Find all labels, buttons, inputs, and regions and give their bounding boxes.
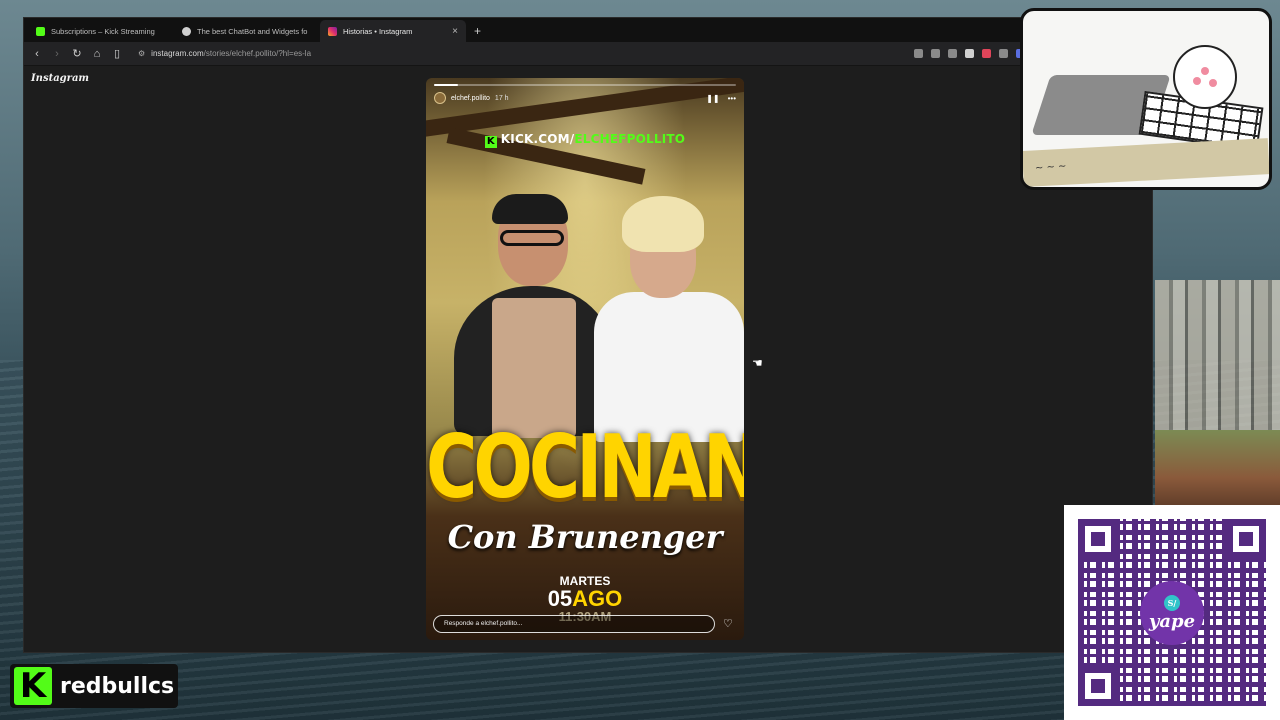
kick-favicon-icon: [36, 26, 45, 36]
story-time-ago: 17 h: [494, 94, 509, 102]
yape-symbol: S/: [1164, 594, 1180, 611]
story-card[interactable]: elchef.pollito 17 h ❚❚ ••• K KICK.COM/ELC…: [426, 78, 744, 640]
browser-window: Subscriptions – Kick Streaming The best …: [23, 17, 1153, 653]
brave-shield-icon[interactable]: [965, 49, 974, 58]
url-path: /stories/elchef.pollito/?hl=es-la: [203, 49, 312, 58]
paw-pad: [1209, 79, 1217, 87]
tab-instagram-stories[interactable]: Historias • Instagram ×: [320, 20, 466, 42]
person-right-hair: [622, 196, 704, 252]
qr-finder: [1078, 519, 1118, 559]
yape-logo-icon: S/ yape: [1140, 581, 1204, 645]
story-username[interactable]: elchef.pollito: [451, 95, 490, 102]
instagram-favicon-icon: [328, 26, 337, 36]
mouse-cursor-icon: ☚: [752, 356, 763, 370]
reload-icon[interactable]: ↻: [72, 47, 82, 60]
kick-logo-icon: K: [484, 136, 497, 148]
tab-title: The best ChatBot and Widgets fo: [197, 26, 308, 36]
story-date-month: AGO: [572, 586, 623, 611]
kick-channel-badge: K redbullcs: [10, 664, 178, 708]
paw-pad: [1201, 67, 1209, 75]
story-reply-input[interactable]: Responde a elchef.pollito...: [433, 615, 715, 633]
ceiling-beam: [426, 78, 744, 139]
story-progress-fill: [434, 84, 459, 86]
cast-icon[interactable]: [914, 49, 923, 58]
like-heart-icon[interactable]: ♡: [723, 617, 733, 630]
person-left-cap: [492, 194, 568, 224]
back-icon[interactable]: ‹: [32, 48, 42, 60]
instagram-logo[interactable]: Instagram: [31, 73, 89, 84]
new-tab-button[interactable]: +: [466, 24, 489, 42]
story-actions: ❚❚ •••: [706, 94, 736, 103]
pause-icon[interactable]: ❚❚: [706, 94, 719, 103]
browser-toolbar: ‹ › ↻ ⌂ ▯ ⚙ instagram.com/stories/elchef…: [24, 42, 1152, 66]
forward-icon[interactable]: ›: [52, 48, 62, 60]
webcam-overlay-cat-keyboard: ~ ~ ~: [1020, 8, 1272, 190]
story-progress-bar: [434, 84, 736, 86]
kick-url-prefix: KICK.COM/: [500, 132, 575, 146]
share-icon[interactable]: [948, 49, 957, 58]
address-bar[interactable]: ⚙ instagram.com/stories/elchef.pollito/?…: [132, 46, 772, 62]
chatbot-favicon-icon: [182, 26, 191, 36]
avatar[interactable]: [434, 92, 446, 104]
site-info-icon[interactable]: ⚙: [138, 49, 145, 58]
qr-pattern: S/ yape: [1078, 519, 1266, 706]
desktop-cliff-background: [1155, 430, 1280, 510]
story-headline: COCINANDO: [426, 415, 744, 519]
tab-title: Historias • Instagram: [343, 26, 413, 36]
story-date-number: 05: [547, 586, 573, 611]
tab-bar: Subscriptions – Kick Streaming The best …: [24, 18, 1152, 42]
page-viewport: Instagram elchef.pollito 17 h ❚❚ ••• K KI…: [24, 66, 1152, 652]
kick-logo-icon: K: [14, 667, 52, 705]
yape-brand: yape: [1148, 610, 1196, 632]
tab-close-icon[interactable]: ×: [452, 26, 458, 37]
qr-finder: [1226, 519, 1266, 559]
channel-name: redbullcs: [60, 673, 175, 699]
cat-paw-icon: [1173, 45, 1237, 109]
qr-finder: [1078, 666, 1118, 706]
story-subhead: Con Brunenger: [447, 518, 723, 556]
person-left-glasses: [500, 230, 564, 246]
extension-icon[interactable]: [999, 49, 1008, 58]
home-icon[interactable]: ⌂: [92, 48, 102, 60]
kick-url-banner: K KICK.COM/ELCHEFPOLLITO: [426, 132, 744, 148]
yape-qr-code: S/ yape: [1064, 505, 1280, 720]
overlay-scribble: ~ ~ ~: [1034, 160, 1067, 175]
tab-chatbot-widgets[interactable]: The best ChatBot and Widgets fo: [174, 20, 320, 42]
paw-pad: [1193, 77, 1201, 85]
story-header: elchef.pollito 17 h ❚❚ •••: [434, 92, 736, 104]
tab-title: Subscriptions – Kick Streaming: [51, 26, 155, 36]
bookmark-icon[interactable]: ▯: [112, 47, 122, 60]
url-host: instagram.com: [151, 49, 204, 58]
kick-url-channel: ELCHEFPOLLITO: [574, 132, 686, 146]
zoom-icon[interactable]: [931, 49, 940, 58]
brave-rewards-icon[interactable]: [982, 49, 991, 58]
more-options-icon[interactable]: •••: [728, 94, 736, 103]
tab-kick-subscriptions[interactable]: Subscriptions – Kick Streaming: [28, 20, 174, 42]
